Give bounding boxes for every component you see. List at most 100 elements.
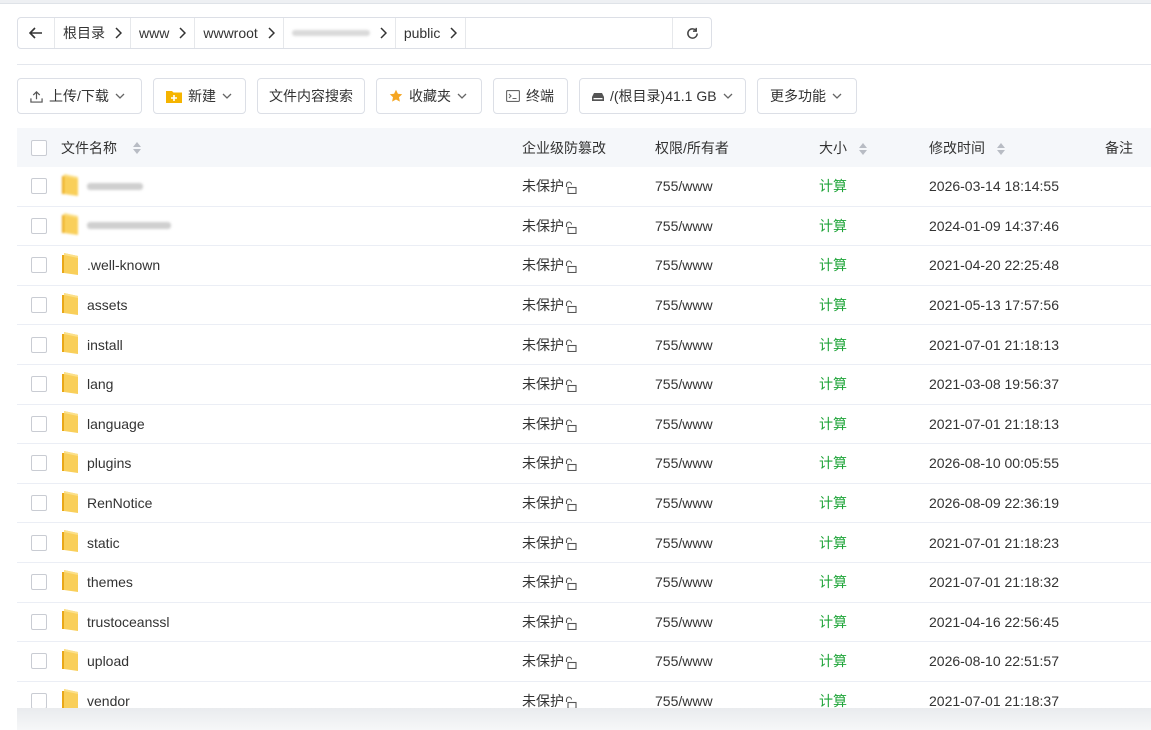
protect-status[interactable]: 未保护 bbox=[522, 255, 655, 275]
file-name[interactable]: lang bbox=[87, 376, 113, 392]
permission[interactable]: 755/www bbox=[655, 693, 819, 709]
file-name[interactable] bbox=[87, 222, 171, 230]
permission[interactable]: 755/www bbox=[655, 416, 819, 432]
row-checkbox[interactable] bbox=[31, 455, 47, 472]
calc-size-link[interactable]: 计算 bbox=[819, 651, 929, 671]
row-checkbox[interactable] bbox=[31, 415, 47, 432]
protect-status[interactable]: 未保护 bbox=[522, 176, 655, 196]
terminal-button[interactable]: 终端 bbox=[493, 78, 568, 114]
breadcrumb-item-www[interactable]: www bbox=[131, 18, 196, 48]
protect-status[interactable]: 未保护 bbox=[522, 651, 655, 671]
row-checkbox[interactable] bbox=[31, 257, 47, 274]
calc-size-link[interactable]: 计算 bbox=[819, 612, 929, 632]
row-checkbox[interactable] bbox=[31, 376, 47, 393]
permission[interactable]: 755/www bbox=[655, 614, 819, 630]
back-button[interactable] bbox=[18, 18, 55, 48]
file-name[interactable]: static bbox=[87, 535, 120, 551]
table-row[interactable]: install 未保护 755/www 计算 2021-07-01 21:18:… bbox=[17, 325, 1151, 365]
file-name[interactable]: vendor bbox=[87, 693, 130, 709]
new-button[interactable]: 新建 bbox=[153, 78, 246, 114]
calc-size-link[interactable]: 计算 bbox=[819, 295, 929, 315]
protect-status[interactable]: 未保护 bbox=[522, 453, 655, 473]
header-mtime[interactable]: 修改时间 bbox=[929, 138, 1105, 158]
header-size[interactable]: 大小 bbox=[819, 138, 929, 158]
table-row[interactable]: 未保护 755/www 计算 2026-03-14 18:14:55 bbox=[17, 167, 1151, 207]
protect-status[interactable]: 未保护 bbox=[522, 572, 655, 592]
calc-size-link[interactable]: 计算 bbox=[819, 255, 929, 275]
permission[interactable]: 755/www bbox=[655, 257, 819, 273]
row-checkbox[interactable] bbox=[31, 534, 47, 551]
row-checkbox[interactable] bbox=[31, 653, 47, 670]
file-content-search-button[interactable]: 文件内容搜索 bbox=[257, 78, 365, 114]
calc-size-link[interactable]: 计算 bbox=[819, 374, 929, 394]
permission[interactable]: 755/www bbox=[655, 376, 819, 392]
protect-status[interactable]: 未保护 bbox=[522, 374, 655, 394]
table-row[interactable]: language 未保护 755/www 计算 2021-07-01 21:18… bbox=[17, 405, 1151, 445]
row-checkbox[interactable] bbox=[31, 495, 47, 512]
protect-status[interactable]: 未保护 bbox=[522, 414, 655, 434]
breadcrumb-item-root[interactable]: 根目录 bbox=[55, 18, 131, 48]
permission[interactable]: 755/www bbox=[655, 178, 819, 194]
table-row[interactable]: trustoceanssl 未保护 755/www 计算 2021-04-16 … bbox=[17, 603, 1151, 643]
favorites-button[interactable]: 收藏夹 bbox=[376, 78, 482, 114]
breadcrumb-item-wwwroot[interactable]: wwwroot bbox=[195, 18, 284, 48]
calc-size-link[interactable]: 计算 bbox=[819, 216, 929, 236]
calc-size-link[interactable]: 计算 bbox=[819, 572, 929, 592]
table-row[interactable]: lang 未保护 755/www 计算 2021-03-08 19:56:37 bbox=[17, 365, 1151, 405]
file-name[interactable]: plugins bbox=[87, 455, 131, 471]
calc-size-link[interactable]: 计算 bbox=[819, 335, 929, 355]
calc-size-link[interactable]: 计算 bbox=[819, 414, 929, 434]
protect-status[interactable]: 未保护 bbox=[522, 493, 655, 513]
breadcrumb-item-public[interactable]: public bbox=[396, 18, 467, 48]
file-name[interactable]: themes bbox=[87, 574, 133, 590]
row-checkbox[interactable] bbox=[31, 613, 47, 630]
refresh-button[interactable] bbox=[673, 18, 711, 48]
row-checkbox[interactable] bbox=[31, 178, 47, 195]
row-checkbox[interactable] bbox=[31, 297, 47, 314]
file-name[interactable]: language bbox=[87, 416, 145, 432]
table-row[interactable]: 未保护 755/www 计算 2024-01-09 14:37:46 bbox=[17, 207, 1151, 247]
file-name[interactable] bbox=[87, 182, 143, 190]
protect-status[interactable]: 未保护 bbox=[522, 216, 655, 236]
table-row[interactable]: .well-known 未保护 755/www 计算 2021-04-20 22… bbox=[17, 246, 1151, 286]
permission[interactable]: 755/www bbox=[655, 337, 819, 353]
protect-status[interactable]: 未保护 bbox=[522, 533, 655, 553]
table-row[interactable]: upload 未保护 755/www 计算 2026-08-10 22:51:5… bbox=[17, 642, 1151, 682]
row-checkbox[interactable] bbox=[31, 574, 47, 591]
horizontal-scrollbar[interactable] bbox=[17, 708, 1151, 730]
upload-download-button[interactable]: 上传/下载 bbox=[17, 78, 142, 114]
header-name[interactable]: 文件名称 bbox=[61, 138, 522, 158]
permission[interactable]: 755/www bbox=[655, 535, 819, 551]
calc-size-link[interactable]: 计算 bbox=[819, 493, 929, 513]
row-checkbox[interactable] bbox=[31, 336, 47, 353]
row-checkbox[interactable] bbox=[31, 217, 47, 234]
calc-size-link[interactable]: 计算 bbox=[819, 453, 929, 473]
file-name[interactable]: upload bbox=[87, 653, 129, 669]
table-row[interactable]: static 未保护 755/www 计算 2021-07-01 21:18:2… bbox=[17, 523, 1151, 563]
protect-status[interactable]: 未保护 bbox=[522, 335, 655, 355]
permission[interactable]: 755/www bbox=[655, 297, 819, 313]
file-name[interactable]: assets bbox=[87, 297, 127, 313]
table-row[interactable]: themes 未保护 755/www 计算 2021-07-01 21:18:3… bbox=[17, 563, 1151, 603]
file-name[interactable]: RenNotice bbox=[87, 495, 152, 511]
table-row[interactable]: plugins 未保护 755/www 计算 2026-08-10 00:05:… bbox=[17, 444, 1151, 484]
permission[interactable]: 755/www bbox=[655, 653, 819, 669]
table-row[interactable]: RenNotice 未保护 755/www 计算 2026-08-09 22:3… bbox=[17, 484, 1151, 524]
protect-status[interactable]: 未保护 bbox=[522, 612, 655, 632]
path-input[interactable] bbox=[466, 18, 673, 48]
breadcrumb-item-site[interactable] bbox=[284, 18, 396, 48]
calc-size-link[interactable]: 计算 bbox=[819, 176, 929, 196]
permission[interactable]: 755/www bbox=[655, 495, 819, 511]
table-row[interactable]: assets 未保护 755/www 计算 2021-05-13 17:57:5… bbox=[17, 286, 1151, 326]
permission[interactable]: 755/www bbox=[655, 574, 819, 590]
file-name[interactable]: install bbox=[87, 337, 123, 353]
file-name[interactable]: .well-known bbox=[87, 257, 160, 273]
row-checkbox[interactable] bbox=[31, 693, 47, 710]
select-all-checkbox[interactable] bbox=[31, 139, 47, 156]
calc-size-link[interactable]: 计算 bbox=[819, 533, 929, 553]
permission[interactable]: 755/www bbox=[655, 455, 819, 471]
disk-button[interactable]: /(根目录)41.1 GB bbox=[579, 78, 746, 114]
more-functions-button[interactable]: 更多功能 bbox=[757, 78, 857, 114]
protect-status[interactable]: 未保护 bbox=[522, 295, 655, 315]
permission[interactable]: 755/www bbox=[655, 218, 819, 234]
